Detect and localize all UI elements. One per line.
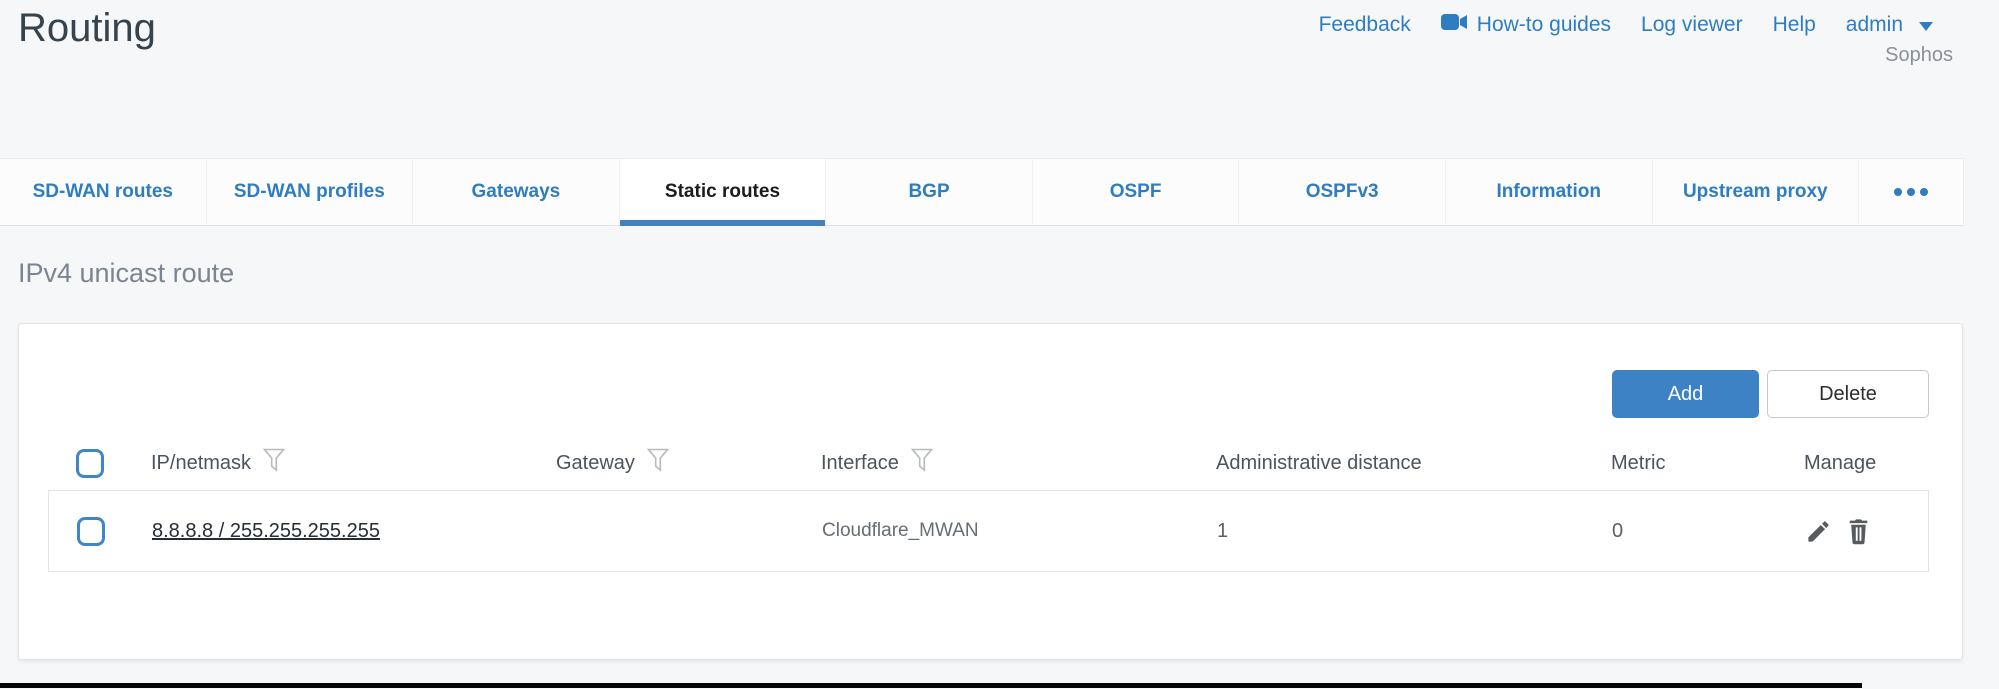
routes-panel: Add Delete IP/netmask Gateway Interface … <box>18 323 1963 660</box>
ip-netmask-link[interactable]: 8.8.8.8 / 255.255.255.255 <box>152 520 380 543</box>
tabs-overflow-button[interactable] <box>1858 159 1963 225</box>
tab-ospfv3[interactable]: OSPFv3 <box>1238 159 1445 225</box>
table-header: IP/netmask Gateway Interface Administrat… <box>48 436 1929 490</box>
user-menu-label: admin <box>1846 13 1903 37</box>
filter-icon[interactable] <box>263 448 285 478</box>
feedback-link-label: Feedback <box>1319 13 1411 37</box>
help-link-label: Help <box>1773 13 1816 37</box>
row-checkbox[interactable] <box>77 517 105 546</box>
administrative-distance-value: 1 <box>1217 520 1228 543</box>
tab-gateways[interactable]: Gateways <box>412 159 619 225</box>
tab-bgp[interactable]: BGP <box>825 159 1032 225</box>
help-link[interactable]: Help <box>1773 13 1816 37</box>
section-heading: IPv4 unicast route <box>18 258 234 289</box>
top-navigation: Feedback How-to guides Log viewer Help a… <box>1319 13 1933 37</box>
column-header-ip-netmask: IP/netmask <box>151 448 556 478</box>
tab-information[interactable]: Information <box>1445 159 1652 225</box>
page-title: Routing <box>18 2 156 54</box>
tab-sd-wan-routes[interactable]: SD-WAN routes <box>0 159 206 225</box>
column-header-label: Gateway <box>556 452 635 475</box>
feedback-link[interactable]: Feedback <box>1319 13 1411 37</box>
tab-sd-wan-profiles[interactable]: SD-WAN profiles <box>206 159 413 225</box>
log-viewer-link-label: Log viewer <box>1641 13 1743 37</box>
column-header-administrative-distance: Administrative distance <box>1216 452 1611 475</box>
log-viewer-link[interactable]: Log viewer <box>1641 13 1743 37</box>
pencil-icon[interactable] <box>1805 518 1832 545</box>
tab-ospf[interactable]: OSPF <box>1032 159 1239 225</box>
column-header-label: Manage <box>1804 452 1876 475</box>
manage-cell <box>1787 518 1928 545</box>
metric-cell: 0 <box>1612 520 1787 543</box>
delete-button[interactable]: Delete <box>1767 370 1929 418</box>
ellipsis-icon <box>1907 188 1915 196</box>
header-checkbox-cell <box>76 449 151 478</box>
tab-bar: SD-WAN routes SD-WAN profiles Gateways S… <box>0 158 1964 226</box>
column-header-interface: Interface <box>821 448 1216 478</box>
bottom-window-edge <box>0 683 1862 688</box>
trash-icon[interactable] <box>1846 518 1871 545</box>
filter-icon[interactable] <box>911 448 933 478</box>
metric-value: 0 <box>1612 520 1623 543</box>
ellipsis-icon <box>1920 188 1928 196</box>
chevron-down-icon <box>1919 13 1933 37</box>
column-header-gateway: Gateway <box>556 448 821 478</box>
table-row: 8.8.8.8 / 255.255.255.255 Cloudflare_MWA… <box>48 490 1929 572</box>
table-toolbar: Add Delete <box>1612 370 1929 418</box>
interface-cell: Cloudflare_MWAN <box>822 520 1217 542</box>
add-button[interactable]: Add <box>1612 370 1759 418</box>
tab-upstream-proxy[interactable]: Upstream proxy <box>1652 159 1859 225</box>
column-header-label: IP/netmask <box>151 452 251 475</box>
tab-static-routes[interactable]: Static routes <box>619 159 826 225</box>
howto-guides-link[interactable]: How-to guides <box>1441 13 1611 37</box>
column-header-metric: Metric <box>1611 452 1786 475</box>
filter-icon[interactable] <box>647 448 669 478</box>
row-checkbox-cell <box>77 517 152 546</box>
ellipsis-icon <box>1894 188 1902 196</box>
column-header-manage: Manage <box>1786 452 1929 475</box>
select-all-checkbox[interactable] <box>76 449 104 478</box>
column-header-label: Metric <box>1611 452 1665 475</box>
column-header-label: Interface <box>821 452 899 475</box>
interface-value: Cloudflare_MWAN <box>822 520 979 542</box>
brand-label: Sophos <box>1885 44 1953 67</box>
user-menu[interactable]: admin <box>1846 13 1933 37</box>
howto-guides-link-label: How-to guides <box>1477 13 1611 37</box>
column-header-label: Administrative distance <box>1216 452 1422 475</box>
ip-netmask-cell: 8.8.8.8 / 255.255.255.255 <box>152 520 557 543</box>
video-camera-icon <box>1441 13 1468 37</box>
administrative-distance-cell: 1 <box>1217 520 1612 543</box>
